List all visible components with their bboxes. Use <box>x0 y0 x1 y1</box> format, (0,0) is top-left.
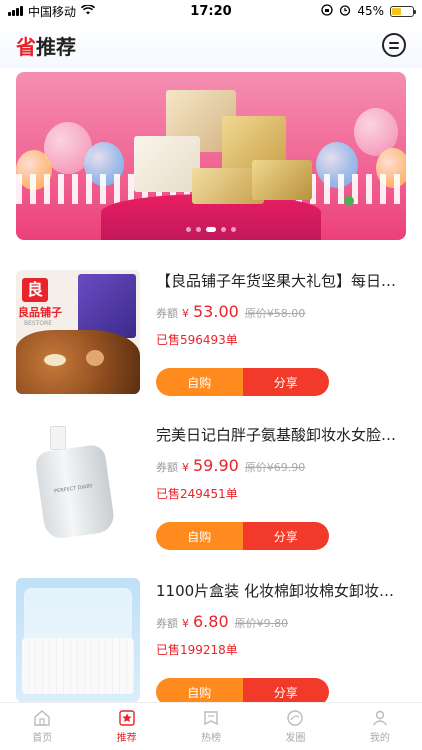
brand-name: 良品铺子 <box>18 306 62 319</box>
product-info: 【良品铺子年货坚果大礼包】每日坚果 券额 ¥ 53.00 原价¥58.00 已售… <box>156 270 406 348</box>
product-title[interactable]: 1100片盒装 化妆棉卸妆棉女卸妆用品 <box>156 580 406 602</box>
battery-icon <box>390 5 416 17</box>
message-icon[interactable] <box>382 33 406 57</box>
product-item[interactable]: PERFECT DIARY 完美日记白胖子氨基酸卸妆水女脸部温和 券额 ¥ 59… <box>0 416 422 566</box>
tab-label: 首页 <box>32 733 53 744</box>
page-title-accent: 省 <box>16 34 36 59</box>
price-row: 券额 ¥ 59.90 原价¥69.90 <box>156 456 406 475</box>
coupon-label: 券额 <box>156 307 178 320</box>
star-icon <box>118 709 136 727</box>
price: 59.90 <box>193 456 239 475</box>
price: 6.80 <box>193 612 229 631</box>
wifi-icon <box>80 4 96 18</box>
tab-recommend[interactable]: 推荐 <box>84 703 168 750</box>
product-actions: 自购 分享 <box>156 368 329 396</box>
carousel-dot[interactable] <box>196 227 201 232</box>
original-price: 原价¥69.90 <box>244 461 306 474</box>
tab-moments[interactable]: 发圈 <box>253 703 337 750</box>
battery-percent: 45% <box>357 4 384 18</box>
nuts-graphic <box>44 354 66 366</box>
package-graphic <box>78 274 136 338</box>
share-button[interactable]: 分享 <box>242 522 329 550</box>
product-title[interactable]: 完美日记白胖子氨基酸卸妆水女脸部温和 <box>156 424 406 446</box>
currency-symbol: ¥ <box>182 617 189 630</box>
tab-mine[interactable]: 我的 <box>338 703 422 750</box>
signal-icon <box>8 6 23 16</box>
home-icon <box>33 709 51 727</box>
product-title[interactable]: 【良品铺子年货坚果大礼包】每日坚果 <box>156 270 406 292</box>
carrier-label: 中国移动 <box>28 4 77 19</box>
tab-label: 热榜 <box>201 733 222 744</box>
rotation-lock-icon <box>321 3 333 19</box>
nuts-graphic <box>16 330 140 394</box>
tab-hot-list[interactable]: 热榜 <box>169 703 253 750</box>
price-row: 券额 ¥ 53.00 原价¥58.00 <box>156 302 406 321</box>
rank-icon <box>202 709 220 727</box>
share-circle-icon <box>286 709 304 727</box>
status-bar: 中国移动 17:20 45% <box>0 0 422 22</box>
promo-banner[interactable] <box>16 72 406 240</box>
product-image[interactable] <box>16 578 140 702</box>
self-buy-button[interactable]: 自购 <box>156 522 243 550</box>
product-item[interactable]: 1100片盒装 化妆棉卸妆棉女卸妆用品 券额 ¥ 6.80 原价¥9.80 已售… <box>0 572 422 722</box>
currency-symbol: ¥ <box>182 307 189 320</box>
header: 省推荐 <box>0 22 422 68</box>
sold-count: 已售596493单 <box>156 333 238 347</box>
carousel-dot[interactable] <box>186 227 191 232</box>
price-row: 券额 ¥ 6.80 原价¥9.80 <box>156 612 406 631</box>
user-icon <box>371 709 389 727</box>
product-image[interactable]: PERFECT DIARY <box>16 420 140 544</box>
price: 53.00 <box>193 302 239 321</box>
product-image[interactable]: 良 良品铺子 BESTORE <box>16 270 140 394</box>
share-button[interactable]: 分享 <box>242 368 329 396</box>
nuts-graphic <box>86 350 104 366</box>
self-buy-button[interactable]: 自购 <box>156 368 243 396</box>
coupon-label: 券额 <box>156 461 178 474</box>
tab-label: 发圈 <box>285 733 306 744</box>
product-info: 完美日记白胖子氨基酸卸妆水女脸部温和 券额 ¥ 59.90 原价¥69.90 已… <box>156 424 406 502</box>
status-left: 中国移动 <box>8 3 96 20</box>
bottle-cap-graphic <box>50 426 66 450</box>
sold-count: 已售199218单 <box>156 643 238 657</box>
cotton-pads-graphic <box>22 638 134 694</box>
tab-home[interactable]: 首页 <box>0 703 84 750</box>
original-price: 原价¥9.80 <box>234 617 289 630</box>
sold-count: 已售249451单 <box>156 487 238 501</box>
carousel-dot[interactable] <box>231 227 236 232</box>
gift-box-graphic <box>252 160 312 200</box>
green-dot-graphic <box>344 196 354 206</box>
brand-logo: 良 <box>22 278 48 302</box>
carousel-dot[interactable] <box>206 227 216 232</box>
carousel-dot[interactable] <box>221 227 226 232</box>
page-title-rest: 推荐 <box>36 34 76 59</box>
product-actions: 自购 分享 <box>156 522 329 550</box>
tab-label: 我的 <box>369 733 390 744</box>
brand-sub: BESTORE <box>24 320 53 327</box>
original-price: 原价¥58.00 <box>244 307 306 320</box>
alarm-icon <box>339 4 351 19</box>
bottom-tab-bar: 首页 推荐 热榜 发圈 我的 <box>0 702 422 750</box>
clock: 17:20 <box>190 3 232 19</box>
coupon-label: 券额 <box>156 617 178 630</box>
currency-symbol: ¥ <box>182 461 189 474</box>
gift-box-graphic <box>134 136 200 192</box>
status-right: 45% <box>321 3 416 19</box>
page-title: 省推荐 <box>16 31 76 60</box>
carousel-indicator[interactable] <box>186 227 236 232</box>
tab-label: 推荐 <box>116 733 137 744</box>
product-item[interactable]: 良 良品铺子 BESTORE 【良品铺子年货坚果大礼包】每日坚果 券额 ¥ 53… <box>0 262 422 412</box>
product-info: 1100片盒装 化妆棉卸妆棉女卸妆用品 券额 ¥ 6.80 原价¥9.80 已售… <box>156 580 406 658</box>
bottle-graphic <box>34 443 116 541</box>
